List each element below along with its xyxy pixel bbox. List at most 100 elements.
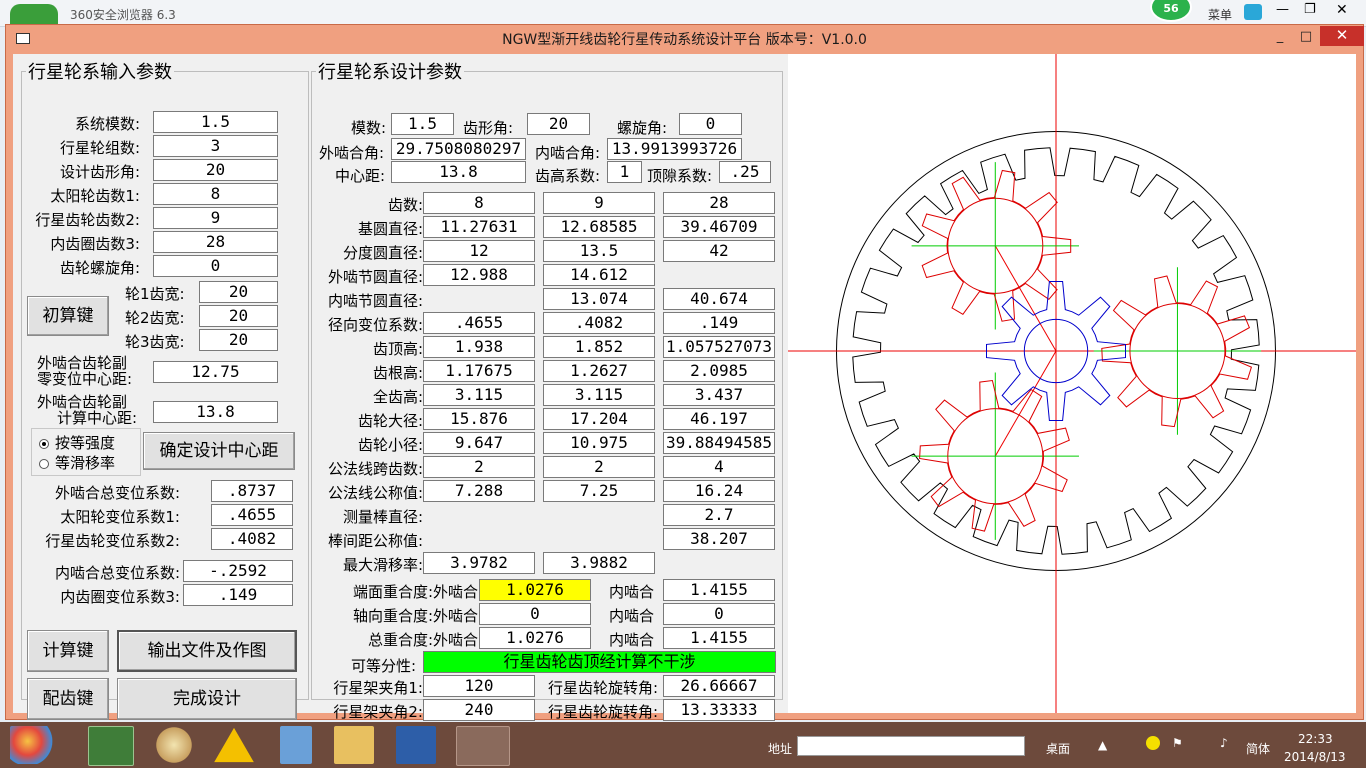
taskbar-browser-icon[interactable]: [88, 726, 134, 766]
init-calc-button[interactable]: 初算键: [27, 296, 109, 336]
table-cell-v3[interactable]: 16.24: [663, 480, 775, 502]
table-cell-v3[interactable]: 39.88494585: [663, 432, 775, 454]
table-cell-v3[interactable]: 3.437: [663, 384, 775, 406]
table-cell-v2[interactable]: 3.9882: [543, 552, 655, 574]
contact-ext-value[interactable]: 1.0276: [479, 627, 591, 649]
table-cell-v2[interactable]: .4082: [543, 312, 655, 334]
table-cell-v2[interactable]: 3.115: [543, 384, 655, 406]
planet-rotation-value[interactable]: 26.66667: [663, 675, 775, 697]
table-cell-v2[interactable]: 14.612: [543, 264, 655, 286]
ime-label[interactable]: 简体: [1246, 740, 1270, 757]
table-cell-v1[interactable]: 11.27631: [423, 216, 535, 238]
tray-flag-icon[interactable]: ⚑: [1172, 736, 1183, 750]
input-value[interactable]: 3: [153, 135, 278, 157]
input-value[interactable]: 1.5: [153, 111, 278, 133]
table-cell-v2[interactable]: 17.204: [543, 408, 655, 430]
shift-value[interactable]: .8737: [211, 480, 293, 502]
tray-network-icon[interactable]: [1146, 736, 1160, 750]
taskbar-calculator-icon[interactable]: [280, 726, 312, 764]
export-button[interactable]: 输出文件及作图: [117, 630, 297, 672]
address-input[interactable]: [797, 736, 1025, 756]
pressure-angle-value[interactable]: 20: [527, 113, 590, 135]
table-cell-v3[interactable]: 39.46709: [663, 216, 775, 238]
skin-icon[interactable]: [1244, 4, 1262, 20]
browser-minimize-icon[interactable]: —: [1276, 2, 1289, 17]
radio-equal-strength[interactable]: [39, 439, 49, 449]
clock-date[interactable]: 2014/8/13: [1284, 750, 1346, 764]
input-value[interactable]: 28: [153, 231, 278, 253]
table-cell-v1[interactable]: 1.938: [423, 336, 535, 358]
radio-equal-slip[interactable]: [39, 459, 49, 469]
close-button[interactable]: ✕: [1320, 26, 1364, 46]
browser-close-icon[interactable]: ✕: [1336, 2, 1348, 18]
confirm-center-button[interactable]: 确定设计中心距: [143, 432, 295, 470]
addendum-coef-value[interactable]: 1: [607, 161, 642, 183]
calc-center-value[interactable]: 13.8: [153, 401, 278, 423]
table-cell-v3[interactable]: 4: [663, 456, 775, 478]
zero-center-value[interactable]: 12.75: [153, 361, 278, 383]
inner-shift-value[interactable]: -.2592: [183, 560, 293, 582]
width-value[interactable]: 20: [199, 305, 278, 327]
taskbar-word-icon[interactable]: [396, 726, 436, 764]
table-cell-v3[interactable]: .149: [663, 312, 775, 334]
taskbar-start-icon[interactable]: [10, 726, 54, 764]
finish-design-button[interactable]: 完成设计: [117, 678, 297, 720]
contact-ext-value[interactable]: 1.0276: [479, 579, 591, 601]
table-cell-v1[interactable]: 15.876: [423, 408, 535, 430]
taskbar-explorer-icon[interactable]: [334, 726, 374, 764]
table-cell-v3[interactable]: 2.7: [663, 504, 775, 526]
input-value[interactable]: 9: [153, 207, 278, 229]
table-cell-v2[interactable]: 1.2627: [543, 360, 655, 382]
browser-restore-icon[interactable]: ❐: [1304, 2, 1316, 17]
helix-angle-value[interactable]: 0: [679, 113, 742, 135]
table-cell-v2[interactable]: 12.68585: [543, 216, 655, 238]
width-value[interactable]: 20: [199, 281, 278, 303]
table-cell-v1[interactable]: 2: [423, 456, 535, 478]
input-value[interactable]: 0: [153, 255, 278, 277]
table-cell-v1[interactable]: 8: [423, 192, 535, 214]
table-cell-v2[interactable]: 1.852: [543, 336, 655, 358]
table-cell-v3[interactable]: 42: [663, 240, 775, 262]
clock-time[interactable]: 22:33: [1298, 732, 1333, 746]
table-cell-v3[interactable]: 40.674: [663, 288, 775, 310]
table-cell-v2[interactable]: 13.5: [543, 240, 655, 262]
input-value[interactable]: 20: [153, 159, 278, 181]
center-distance-value[interactable]: 13.8: [391, 161, 526, 183]
table-cell-v1[interactable]: .4655: [423, 312, 535, 334]
browser-menu[interactable]: 菜单: [1208, 6, 1232, 23]
input-value[interactable]: 8: [153, 183, 278, 205]
table-cell-v2[interactable]: 9: [543, 192, 655, 214]
table-cell-v1[interactable]: 7.288: [423, 480, 535, 502]
table-cell-v1[interactable]: 3.9782: [423, 552, 535, 574]
table-cell-v1[interactable]: 12: [423, 240, 535, 262]
carrier-value[interactable]: 240: [423, 699, 535, 721]
maximize-button[interactable]: □: [1292, 27, 1320, 47]
taskbar-active-window-icon[interactable]: [456, 726, 510, 766]
table-cell-v3[interactable]: 2.0985: [663, 360, 775, 382]
shift-value[interactable]: .4655: [211, 504, 293, 526]
table-cell-v2[interactable]: 7.25: [543, 480, 655, 502]
notification-badge[interactable]: 56: [1150, 0, 1192, 22]
table-cell-v3[interactable]: 38.207: [663, 528, 775, 550]
carrier-value[interactable]: 120: [423, 675, 535, 697]
width-value[interactable]: 20: [199, 329, 278, 351]
tray-up-icon[interactable]: ▲: [1098, 738, 1107, 752]
table-cell-v2[interactable]: 13.074: [543, 288, 655, 310]
table-cell-v1[interactable]: 12.988: [423, 264, 535, 286]
shift-value[interactable]: .4082: [211, 528, 293, 550]
table-cell-v2[interactable]: 2: [543, 456, 655, 478]
contact-int-value[interactable]: 1.4155: [663, 579, 775, 601]
planet-rotation-value[interactable]: 13.33333: [663, 699, 775, 721]
clearance-coef-value[interactable]: .25: [719, 161, 771, 183]
table-cell-v2[interactable]: 10.975: [543, 432, 655, 454]
table-cell-v3[interactable]: 1.057527073: [663, 336, 775, 358]
desktop-label[interactable]: 桌面: [1046, 740, 1070, 757]
ext-mesh-angle-value[interactable]: 29.7508080297: [391, 138, 526, 160]
int-mesh-angle-value[interactable]: 13.9913993726: [607, 138, 742, 160]
contact-ext-value[interactable]: 0: [479, 603, 591, 625]
table-cell-v1[interactable]: 1.17675: [423, 360, 535, 382]
module-value[interactable]: 1.5: [391, 113, 454, 135]
table-cell-v3[interactable]: 46.197: [663, 408, 775, 430]
table-cell-v3[interactable]: 28: [663, 192, 775, 214]
tray-volume-icon[interactable]: ♪: [1220, 736, 1228, 750]
